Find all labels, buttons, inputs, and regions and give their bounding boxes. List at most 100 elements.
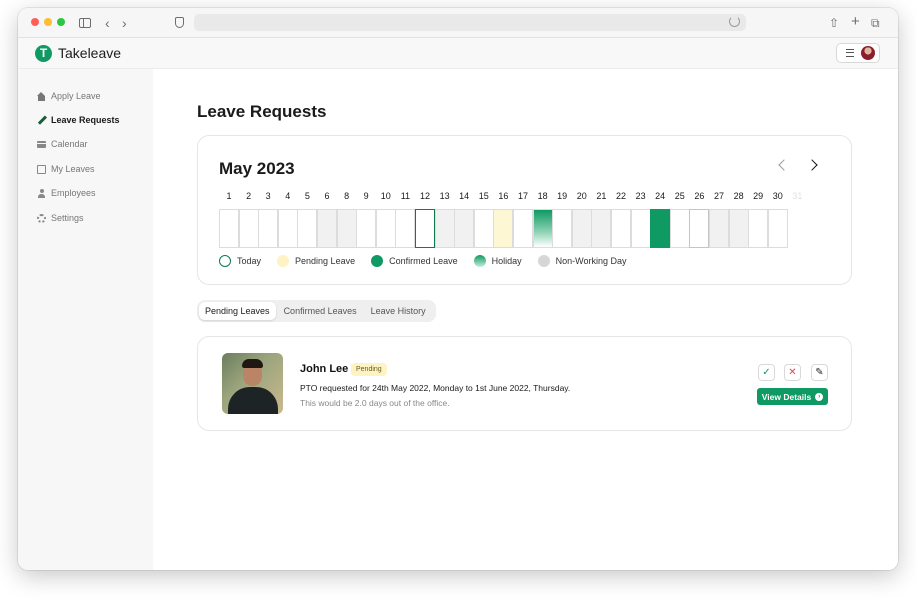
request-description: PTO requested for 24th May 2022, Monday …: [300, 383, 571, 393]
sidebar-toggle-icon[interactable]: [79, 18, 91, 28]
calendar-day-cell[interactable]: [473, 209, 494, 248]
user-avatar: [861, 46, 875, 60]
sidebar-item-label: Apply Leave: [51, 91, 101, 101]
calendar-day-cell[interactable]: [317, 209, 337, 248]
forward-arrow-icon[interactable]: ›: [122, 14, 127, 32]
calendar-day-cell[interactable]: [513, 209, 533, 248]
calendar-day-cell[interactable]: [689, 209, 710, 248]
calendar-day-cell[interactable]: [375, 209, 396, 248]
legend-label: Confirmed Leave: [389, 256, 458, 266]
photo-hair: [242, 359, 263, 368]
sidebar-item-apply-leave[interactable]: Apply Leave: [37, 89, 101, 103]
view-details-button[interactable]: View Details ›: [757, 388, 828, 405]
reject-button[interactable]: ✕: [784, 364, 801, 381]
calendar-day-cell[interactable]: [630, 209, 651, 248]
tab-leave-history[interactable]: Leave History: [365, 302, 432, 320]
app-header: T Takeleave: [18, 38, 898, 69]
calendar-day-cell[interactable]: [415, 209, 435, 248]
calendar-day-number: 22: [615, 191, 626, 201]
edit-button[interactable]: ✎: [811, 364, 828, 381]
main-content: Leave Requests May 2023 1 2 3 4 5 6 8 9 10 11 12 13…: [153, 69, 898, 570]
calendar-legend: Today Pending Leave Confirmed Leave Holi…: [219, 255, 643, 267]
calendar-day-number: 11: [400, 191, 411, 201]
request-duration: This would be 2.0 days out of the office…: [300, 398, 450, 408]
calendar-day-number: 28: [733, 191, 744, 201]
calendar-day-cell[interactable]: [728, 209, 749, 248]
pencil-icon: [37, 116, 46, 125]
calendar-day-cell[interactable]: [493, 209, 514, 248]
calendar-day-cell[interactable]: [219, 209, 239, 248]
back-arrow-icon[interactable]: ‹: [105, 14, 110, 32]
next-month-icon[interactable]: [806, 159, 818, 171]
address-bar[interactable]: [194, 14, 746, 31]
tab-pending-leaves[interactable]: Pending Leaves: [199, 302, 276, 320]
calendar-day-number: 9: [363, 191, 369, 201]
month-label: May 2023: [219, 159, 295, 178]
calendar-day-cell[interactable]: [454, 209, 475, 248]
home-icon: [37, 91, 46, 101]
legend-holiday: Holiday: [473, 255, 522, 267]
new-tab-icon[interactable]: +: [851, 13, 860, 31]
calendar-day-number: 30: [772, 191, 783, 201]
calendar-day-cell[interactable]: [571, 209, 592, 248]
legend-label: Pending Leave: [295, 256, 356, 266]
calendar-day-cell[interactable]: [238, 209, 259, 248]
calendar-day-cell[interactable]: [591, 209, 612, 248]
close-window-button[interactable]: [31, 18, 39, 26]
sidebar: Apply Leave Leave Requests Calendar My L…: [18, 69, 153, 570]
leave-request-card: John Lee Pending PTO requested for 24th …: [197, 336, 852, 431]
calendar-day-cell[interactable]: [434, 209, 455, 248]
calendar-day-number: 31: [792, 191, 803, 201]
calendar-day-cell[interactable]: [748, 209, 769, 248]
calendar-day-number: 15: [478, 191, 489, 201]
privacy-shield-icon[interactable]: [175, 17, 184, 28]
sidebar-item-calendar[interactable]: Calendar: [37, 137, 88, 151]
previous-month-icon[interactable]: [778, 159, 790, 171]
reload-icon[interactable]: [729, 16, 740, 27]
calendar-day-cell[interactable]: [395, 209, 416, 248]
sidebar-item-employees[interactable]: Employees: [37, 186, 96, 200]
calendar-day-number: 18: [537, 191, 548, 201]
legend-pending: Pending Leave: [277, 255, 355, 267]
approve-button[interactable]: ✓: [758, 364, 775, 381]
calendar-day-number: 24: [655, 191, 666, 201]
leave-tabs: Pending Leaves Confirmed Leaves Leave Hi…: [197, 300, 436, 322]
calendar-day-number: 13: [439, 191, 450, 201]
gear-icon: [37, 213, 46, 223]
calendar-day-number: 26: [694, 191, 705, 201]
pending-swatch-icon: [277, 255, 290, 267]
zoom-window-button[interactable]: [57, 18, 65, 26]
calendar-day-cell[interactable]: [532, 209, 553, 248]
holiday-swatch-icon: [473, 255, 486, 267]
calendar-day-number: 29: [753, 191, 764, 201]
calendar-day-cell[interactable]: [767, 209, 788, 248]
calendar-day-number: 6: [324, 191, 330, 201]
tab-confirmed-leaves[interactable]: Confirmed Leaves: [278, 302, 363, 320]
share-icon[interactable]: ⇧: [829, 14, 839, 32]
calendar-day-cell[interactable]: [669, 209, 690, 248]
sidebar-item-leave-requests[interactable]: Leave Requests: [37, 113, 120, 127]
calendar-day-cell[interactable]: [277, 209, 298, 248]
calendar-day-number: 2: [246, 191, 252, 201]
tab-overview-icon[interactable]: ⧉: [871, 14, 880, 32]
sidebar-item-my-leaves[interactable]: My Leaves: [37, 162, 95, 176]
calendar-day-cell[interactable]: [297, 209, 318, 248]
calendar-day-cell[interactable]: [650, 209, 671, 248]
employee-name: John Lee: [300, 363, 349, 375]
minimize-window-button[interactable]: [44, 18, 52, 26]
calendar-day-cell[interactable]: [709, 209, 729, 248]
calendar-day-cell[interactable]: [552, 209, 573, 248]
calendar-day-cell[interactable]: [356, 209, 377, 248]
user-menu-button[interactable]: [836, 43, 880, 63]
calendar-day-number: 8: [344, 191, 350, 201]
takeleave-logo[interactable]: T: [35, 45, 52, 62]
calendar-day-cell[interactable]: [336, 209, 357, 248]
calendar-day-number: 25: [674, 191, 685, 201]
sidebar-item-settings[interactable]: Settings: [37, 211, 84, 225]
calendar-day-cell[interactable]: [258, 209, 279, 248]
browser-window: ‹ › ⇧ + ⧉ T Takeleave Apply Leave Leave …: [18, 8, 898, 570]
brand-name[interactable]: Takeleave: [58, 45, 121, 61]
calendar-day-number: 20: [576, 191, 587, 201]
calendar-day-cell[interactable]: [611, 209, 631, 248]
calendar-day-number: 21: [596, 191, 607, 201]
